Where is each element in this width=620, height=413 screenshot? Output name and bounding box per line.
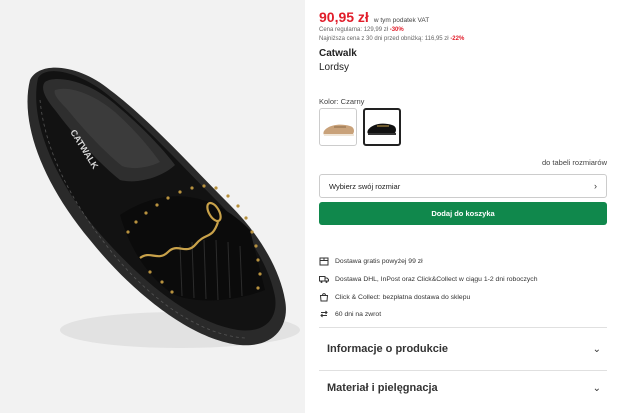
add-to-cart-button[interactable]: Dodaj do koszyka: [319, 202, 607, 225]
package-icon: [319, 257, 329, 266]
regular-discount: -30%: [389, 27, 404, 33]
color-label: Kolor: Czarny: [319, 97, 365, 106]
accordion-product-info[interactable]: Informacje o produkcie ⌄: [327, 343, 607, 355]
regular-price-line: Cena regularna: 129,99 zł -30%: [319, 27, 404, 33]
lowest-price-line: Najniższa cena z 30 dni przed obniżką: 1…: [319, 36, 464, 42]
product-image[interactable]: CATWALK: [0, 0, 305, 413]
beige-loafer-thumbnail: [323, 124, 354, 136]
size-select-placeholder: Wybierz swój rozmiar: [329, 181, 401, 191]
store-bag-icon: [319, 293, 329, 302]
accordion-material-care[interactable]: Materiał i pielęgnacja ⌄: [327, 382, 607, 394]
accordion-label: Materiał i pielęgnacja: [327, 382, 438, 394]
divider: [319, 370, 607, 371]
brand-name[interactable]: Catwalk: [319, 48, 357, 59]
accordion-label: Informacje o produkcie: [327, 343, 449, 355]
feature-text: Click & Collect: bezpłatna dostawa do sk…: [335, 293, 471, 301]
lowest-price-label: Najniższa cena z 30 dni przed obniżką: 1…: [319, 36, 449, 42]
feature-delivery-options: Dostawa DHL, InPost oraz Click&Collect w…: [319, 274, 537, 284]
size-table-link[interactable]: do tabeli rozmiarów: [542, 158, 607, 167]
feature-text: 60 dni na zwrot: [335, 310, 382, 318]
feature-text: Dostawa DHL, InPost oraz Click&Collect w…: [335, 275, 538, 283]
return-arrows-icon: [320, 310, 328, 318]
model-name: Lordsy: [319, 62, 350, 73]
chevron-right-icon: ›: [594, 181, 597, 191]
price-row: 90,95 zł w tym podatek VAT: [319, 9, 429, 25]
feature-click-collect: Click & Collect: bezpłatna dostawa do sk…: [319, 292, 470, 302]
color-swatch-black[interactable]: [363, 108, 401, 146]
current-price: 90,95 zł: [319, 9, 369, 25]
size-select[interactable]: Wybierz swój rozmiar ›: [319, 174, 607, 198]
vat-note: w tym podatek VAT: [373, 17, 430, 24]
feature-returns: 60 dni na zwrot: [319, 309, 381, 319]
chevron-down-icon: ⌄: [592, 343, 601, 355]
truck-icon: [319, 276, 329, 283]
black-loafer-thumbnail: [367, 123, 396, 135]
product-info-panel: 90,95 zł w tym podatek VAT Cena regularn…: [319, 0, 607, 413]
regular-price-label: Cena regularna: 129,99 zł: [319, 27, 389, 33]
color-swatch-beige[interactable]: [319, 108, 357, 146]
feature-text: Dostawa gratis powyżej 99 zł: [335, 257, 423, 265]
lowest-discount: -22%: [450, 36, 465, 42]
loafer-shoe-illustration: CATWALK: [27, 67, 300, 348]
feature-free-delivery: Dostawa gratis powyżej 99 zł: [319, 256, 423, 266]
divider: [319, 327, 607, 328]
chevron-down-icon: ⌄: [592, 382, 601, 394]
